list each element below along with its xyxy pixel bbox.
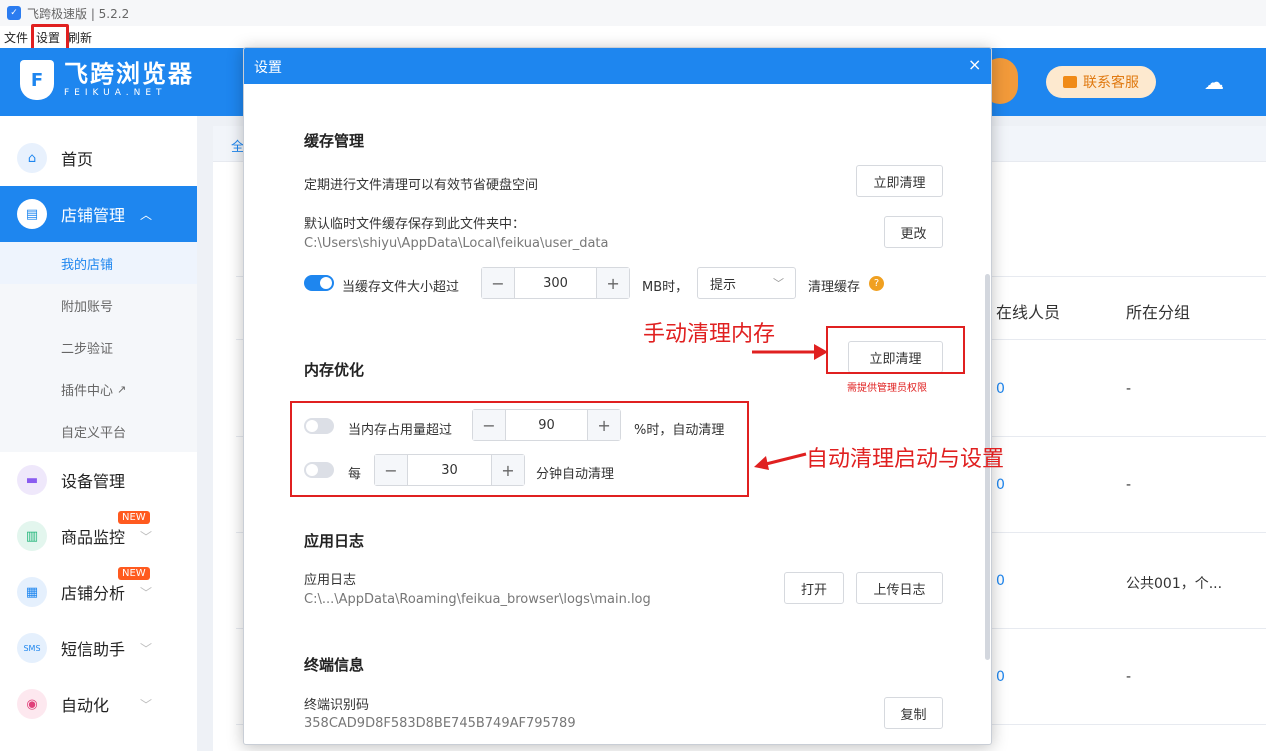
chevron-down-icon: ﹀ [140,529,153,544]
cache-action-select[interactable]: 提示 ﹀ [697,267,796,299]
sms-icon: SMS [17,633,47,663]
admin-permission-note: 需提供管理员权限 [847,383,927,394]
cache-dir-label: 默认临时文件缓存保存到此文件夹中： [304,217,526,232]
sidebar-sub-two-step[interactable]: 二步验证 [0,326,197,368]
chevron-down-icon: ﹀ [773,277,784,290]
menu-file[interactable]: 文件 [0,29,32,46]
brand-logo: F 飞跨浏览器 FEIKUA.NET [20,60,194,100]
settings-dialog: 设置 × 缓存管理 定期进行文件清理可以有效节省硬盘空间 立即清理 默认临时文件… [243,47,992,745]
table-cell-group: - [1126,669,1132,685]
log-label: 应用日志 [304,573,357,588]
chevron-down-icon: ﹀ [140,585,153,600]
terminal-id-code: 358CAD9D8F583D8BE745B749AF795789 [304,716,576,731]
table-cell-online[interactable]: 0 [996,573,1005,589]
chevron-up-icon: ︿ [140,207,153,222]
column-group: 所在分组 [1126,303,1191,322]
cache-clean-button[interactable]: 立即清理 [856,165,943,197]
sidebar-sub-label: 插件中心 [61,383,114,399]
external-link-icon: ↗ [117,382,127,396]
section-title-log: 应用日志 [304,532,365,550]
chat-icon [1063,76,1077,88]
plus-icon[interactable]: + [597,268,629,298]
sidebar: ⌂ 首页 ▤ 店铺管理 ︿ 我的店铺 附加账号 二步验证 插件中心 ↗ 自定义平… [0,116,197,751]
window-titlebar: ✓ 飞跨极速版 | 5.2.2 [0,0,1266,26]
sidebar-sub-extra-account[interactable]: 附加账号 [0,284,197,326]
sidebar-item-monitor[interactable]: ▥ 商品监控 ﹀ NEW [0,508,197,564]
sidebar-item-label: 首页 [61,150,94,169]
contact-service-button[interactable]: 联系客服 [1046,66,1156,98]
home-icon: ⌂ [17,143,47,173]
brand-name: 飞跨浏览器 [64,60,194,88]
sidebar-item-sms[interactable]: SMS 短信助手 ﹀ [0,620,197,676]
sidebar-item-label: 店铺分析 [61,584,126,603]
column-online: 在线人员 [996,303,1061,322]
close-icon[interactable]: × [968,55,981,74]
sidebar-item-label: 商品监控 [61,528,126,547]
cache-dir-path: C:\Users\shiyu\AppData\Local\feikua\user… [304,236,609,251]
cache-size-toggle[interactable] [304,275,334,291]
analysis-icon: ▦ [17,577,47,607]
app-icon: ✓ [7,6,21,20]
table-cell-online[interactable]: 0 [996,381,1005,397]
sidebar-item-home[interactable]: ⌂ 首页 [0,130,197,186]
cache-size-value[interactable]: 300 [513,268,598,298]
table-cell-online[interactable]: 0 [996,477,1005,493]
annotation-auto-clean: 自动清理启动与设置 [806,447,1005,472]
shield-logo-icon: F [20,60,54,100]
copy-terminal-id-button[interactable]: 复制 [884,697,943,729]
new-badge: NEW [118,511,150,524]
cache-action-value: 提示 [710,277,737,293]
shop-icon: ▤ [17,199,47,229]
table-cell-group: 公共001，个... [1126,576,1223,592]
change-dir-button[interactable]: 更改 [884,216,943,248]
chevron-down-icon: ﹀ [140,697,153,712]
sidebar-item-label: 设备管理 [61,472,126,491]
auto-clean-highlight [290,401,749,497]
dialog-title: 设置 [254,60,282,76]
brand-sub: FEIKUA.NET [64,88,167,98]
sidebar-sub-custom-platform[interactable]: 自定义平台 [0,410,197,452]
section-title-cache: 缓存管理 [304,132,365,150]
chevron-down-icon: ﹀ [140,641,153,656]
upload-log-button[interactable]: 上传日志 [856,572,943,604]
cache-action-label: 清理缓存 [808,280,861,295]
cache-size-stepper[interactable]: − 300 + [481,267,630,299]
sidebar-item-device[interactable]: ▬ 设备管理 [0,452,197,508]
terminal-id-label: 终端识别码 [304,698,370,713]
arrow-right-icon [752,344,828,360]
sidebar-item-analysis[interactable]: ▦ 店铺分析 ﹀ NEW [0,564,197,620]
section-title-memory: 内存优化 [304,361,365,379]
sidebar-item-automation[interactable]: ◉ 自动化 ﹀ [0,676,197,732]
contact-service-label: 联系客服 [1083,75,1139,91]
table-cell-group: - [1126,477,1132,493]
arrow-left-icon [754,452,807,470]
cloud-upload-icon[interactable]: ☁ [1204,70,1228,94]
manual-clean-highlight [826,326,965,374]
window-title: 飞跨极速版 | 5.2.2 [27,6,130,21]
cache-size-unit: MB时， [642,280,689,295]
menubar: 文件 设置 刷新 [0,26,1266,48]
minus-icon[interactable]: − [482,268,514,298]
sidebar-sub-my-shop[interactable]: 我的店铺 [0,242,197,284]
sidebar-item-shop[interactable]: ▤ 店铺管理 ︿ [0,186,197,242]
open-log-button[interactable]: 打开 [784,572,844,604]
sidebar-item-label: 店铺管理 [61,206,126,225]
device-icon: ▬ [17,465,47,495]
log-path: C:\...\AppData\Roaming\feikua_browser\lo… [304,592,651,607]
table-cell-online[interactable]: 0 [996,669,1005,685]
sidebar-item-label: 短信助手 [61,640,126,659]
chart-icon: ▥ [17,521,47,551]
sidebar-sub-plugins[interactable]: 插件中心 ↗ [0,368,197,410]
sidebar-item-label: 自动化 [61,696,110,715]
cache-size-label: 当缓存文件大小超过 [342,280,460,295]
cache-periodic-text: 定期进行文件清理可以有效节省硬盘空间 [304,178,539,193]
help-icon[interactable]: ? [869,276,884,291]
new-badge: NEW [118,567,150,580]
robot-icon: ◉ [17,689,47,719]
dialog-header: 设置 × [244,48,991,84]
section-title-terminal: 终端信息 [304,656,365,674]
table-cell-group: - [1126,381,1132,397]
